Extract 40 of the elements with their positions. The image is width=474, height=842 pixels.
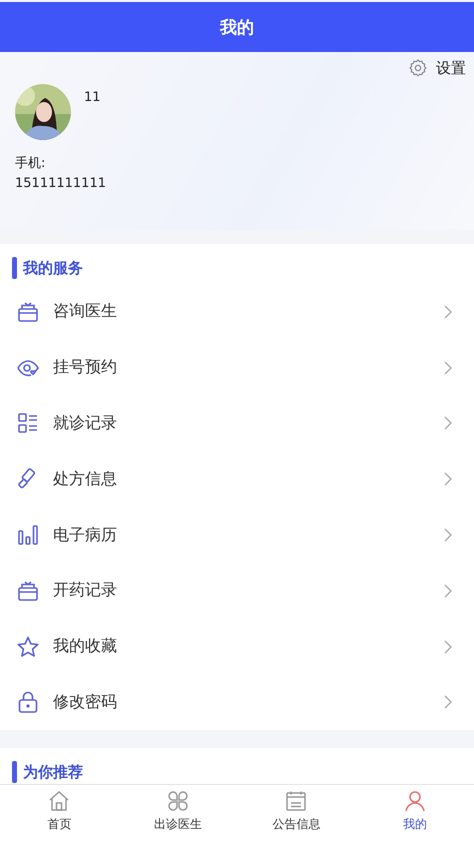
tab-item[interactable]: 公告信息 (237, 785, 356, 842)
chevron-right-icon (444, 472, 452, 486)
bar-chart-icon (16, 523, 40, 548)
menu-item[interactable]: 处方信息 (12, 451, 462, 508)
settings-button[interactable]: 设置 (408, 58, 466, 78)
calendar-icon (284, 789, 308, 813)
username: 11 (84, 90, 101, 105)
section-title: 为你推荐 (23, 762, 83, 782)
tab-item[interactable]: 出诊医生 (118, 785, 237, 842)
menu-item[interactable]: 咨询医生 (12, 284, 462, 340)
menu-item[interactable]: 我的收藏 (12, 618, 462, 675)
phone-label: 手机: (15, 155, 46, 172)
section-marker (12, 257, 17, 279)
chevron-right-icon (444, 360, 452, 375)
lock-icon (16, 690, 40, 714)
user-icon (402, 789, 427, 813)
list-icon (16, 411, 40, 436)
menu-item[interactable]: 挂号预约 (12, 340, 462, 396)
home-icon (47, 789, 72, 813)
chevron-right-icon (444, 304, 452, 319)
menu-item[interactable]: 修改密码 (12, 674, 462, 730)
chevron-right-icon (444, 416, 452, 430)
chevron-right-icon (444, 528, 452, 542)
menu-item[interactable]: 电子病历 (12, 507, 462, 563)
settings-icon (408, 58, 428, 78)
chevron-right-icon (444, 695, 452, 710)
tab-item[interactable]: 首页 (0, 785, 118, 842)
section-title: 我的服务 (23, 258, 83, 278)
menu-item[interactable]: 开药记录 (12, 562, 462, 619)
tab-item[interactable]: 我的 (356, 785, 474, 842)
chevron-right-icon (444, 640, 452, 654)
phone-number: 15111111111 (15, 176, 107, 191)
star-icon (16, 634, 40, 659)
gift-icon (16, 300, 40, 324)
menu-item[interactable]: 就诊记录 (12, 396, 462, 452)
clover-icon (166, 789, 190, 813)
gift-icon (16, 578, 40, 603)
page-title: 我的 (220, 16, 254, 38)
chevron-right-icon (444, 584, 452, 598)
section-marker (12, 761, 17, 784)
